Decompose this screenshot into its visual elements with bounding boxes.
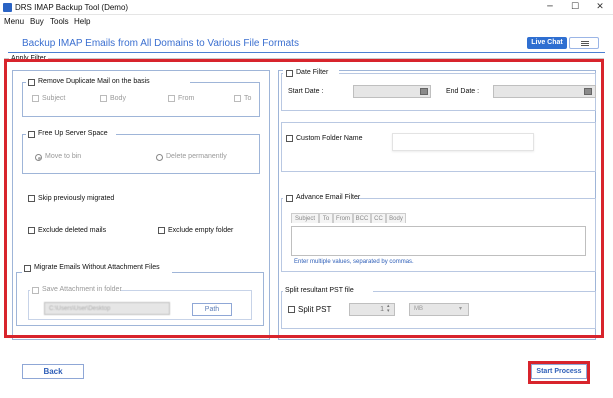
page-title: Backup IMAP Emails from All Domains to V… [22, 38, 299, 49]
start-highlight-box [528, 361, 590, 384]
menu-bar [0, 15, 613, 28]
menu-item-buy[interactable]: Buy [30, 17, 44, 26]
app-logo-icon [3, 3, 12, 12]
close-button[interactable]: ✕ [588, 0, 612, 15]
hamburger-icon-line [581, 43, 589, 44]
hamburger-icon [581, 41, 589, 42]
header-divider [8, 52, 605, 53]
window-title: DRS IMAP Backup Tool (Demo) [15, 3, 129, 12]
hamburger-menu-button[interactable] [569, 37, 599, 49]
live-chat-button[interactable]: Live Chat [527, 37, 567, 49]
minimize-button[interactable]: ─ [538, 0, 562, 15]
menu-item-menu[interactable]: Menu [4, 17, 24, 26]
menu-item-tools[interactable]: Tools [50, 17, 69, 26]
highlight-box [4, 59, 604, 338]
hamburger-icon-line [581, 45, 589, 46]
maximize-button[interactable]: ☐ [563, 0, 587, 15]
menu-item-help[interactable]: Help [74, 17, 90, 26]
back-button[interactable]: Back [22, 364, 84, 379]
